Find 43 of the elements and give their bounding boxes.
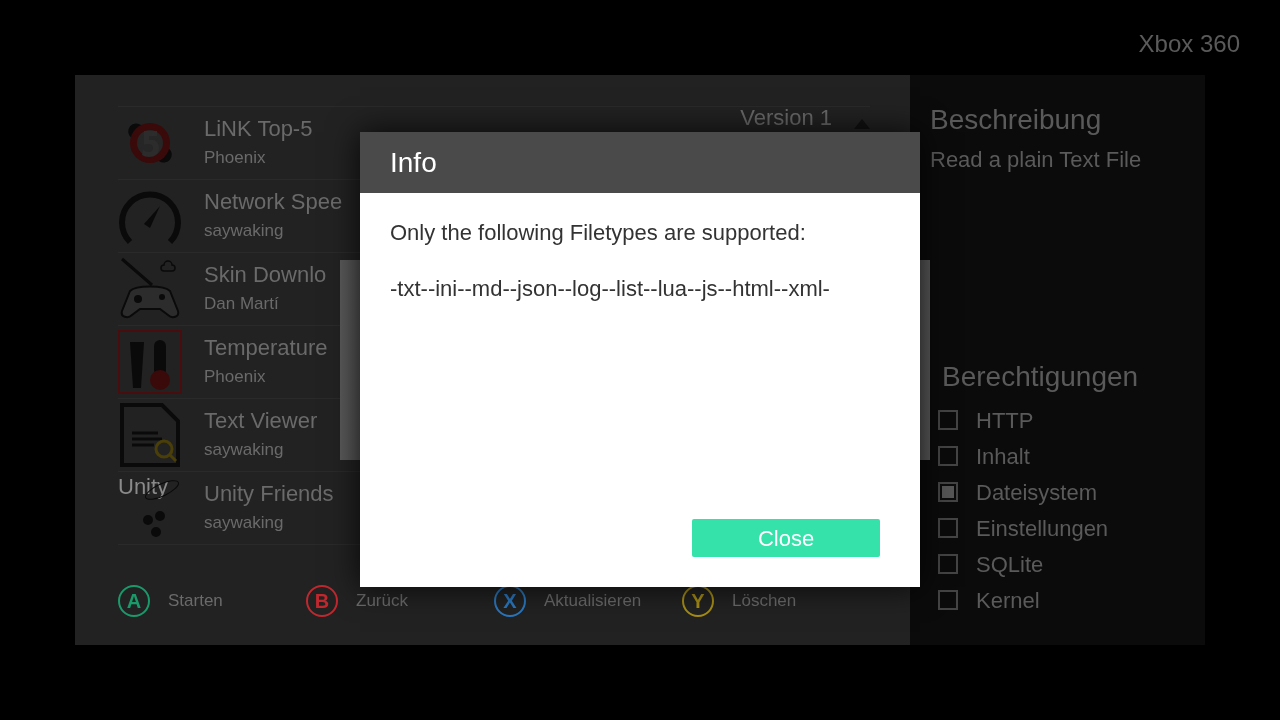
permission-checkbox[interactable] — [938, 482, 958, 502]
app-title: Unity Friends — [204, 480, 334, 508]
legend-label: Löschen — [732, 590, 797, 613]
gamepad-key-icon: A — [118, 585, 150, 617]
app-author: Phoenix — [204, 147, 266, 169]
permission-checkbox[interactable] — [938, 410, 958, 430]
app-author: Phoenix — [204, 366, 266, 388]
description-text: Read a plain Text File — [930, 146, 1143, 174]
permission-label: Kernel — [976, 586, 1040, 615]
unity-logo: Unity — [118, 476, 182, 540]
dialog-title: Info — [390, 145, 437, 180]
app-title: Network Spee — [204, 188, 343, 216]
document-search-icon — [118, 403, 182, 467]
close-button[interactable]: Close — [692, 519, 880, 557]
legend-label: Starten — [168, 590, 223, 613]
filetype-list: -txt--ini--md--json--log--list--lua--js--html--xml- — [390, 275, 890, 303]
dialog-message: Only the following Filetypes are supported: — [390, 219, 807, 247]
gamepad-key-icon: B — [306, 585, 338, 617]
permission-checkbox[interactable] — [938, 554, 958, 574]
app-title: Skin Downlo — [204, 261, 327, 289]
app-version: Version 1 — [740, 104, 832, 132]
permissions-heading: Berechtigungen — [942, 360, 1140, 394]
app-title: Text Viewer — [204, 407, 318, 435]
app-author: saywaking — [204, 512, 284, 534]
legend-label: Zurück — [356, 590, 408, 613]
permission-checkbox[interactable] — [938, 590, 958, 610]
permission-checkbox[interactable] — [938, 518, 958, 538]
legend-label: Aktualisieren — [544, 590, 642, 613]
permission-checkbox[interactable] — [938, 446, 958, 466]
app-author: saywaking — [204, 220, 284, 242]
permission-label: SQLite — [976, 550, 1044, 579]
app-title: Temperature — [204, 334, 328, 362]
description-heading: Beschreibung — [930, 103, 1103, 137]
controller-icon — [118, 257, 182, 321]
app-author: Dan Martí — [204, 293, 279, 315]
permission-label: Inhalt — [976, 442, 1030, 471]
permission-label: HTTP — [976, 406, 1034, 435]
thermometer-icon — [118, 330, 182, 394]
console-label: Xbox 360 — [1138, 29, 1240, 59]
permission-label: Einstellungen — [976, 514, 1109, 543]
app-title: LiNK Top-5 — [204, 115, 313, 143]
app-author: saywaking — [204, 439, 284, 461]
permission-label: Dateisystem — [976, 478, 1098, 507]
